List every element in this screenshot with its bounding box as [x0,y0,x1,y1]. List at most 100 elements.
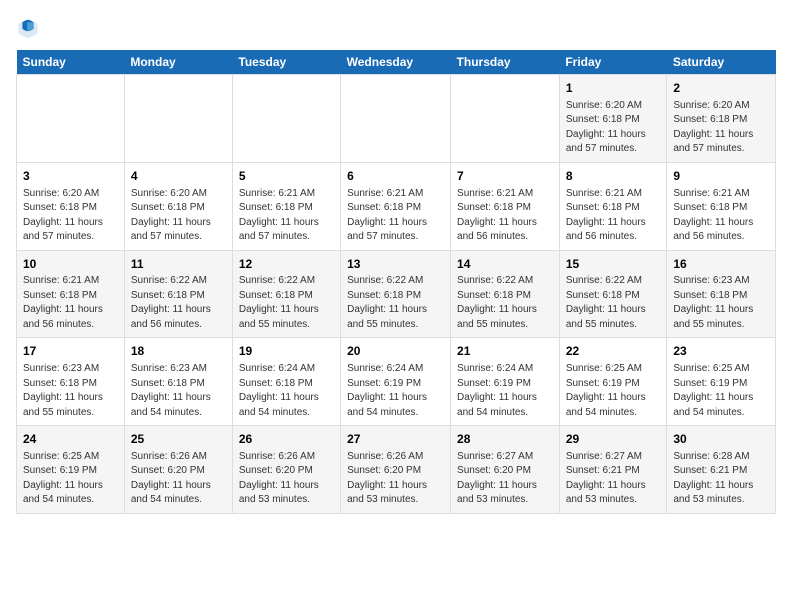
calendar-cell: 12Sunrise: 6:22 AM Sunset: 6:18 PM Dayli… [232,250,340,338]
header-tuesday: Tuesday [232,50,340,75]
day-number: 12 [239,256,334,273]
day-info: Sunrise: 6:21 AM Sunset: 6:18 PM Dayligh… [239,187,334,245]
calendar-cell: 14Sunrise: 6:22 AM Sunset: 6:18 PM Dayli… [451,250,560,338]
day-info: Sunrise: 6:20 AM Sunset: 6:18 PM Dayligh… [566,99,661,157]
calendar-cell: 5Sunrise: 6:21 AM Sunset: 6:18 PM Daylig… [232,162,340,250]
calendar-cell [341,75,451,163]
calendar-cell: 9 Sunrise: 6:21 AM Sunset: 6:18 PM Daylig… [667,162,776,250]
header-wednesday: Wednesday [341,50,451,75]
day-info: Sunrise: 6:22 AM Sunset: 6:18 PM Dayligh… [457,274,553,332]
day-number: 16 [673,256,769,273]
day-info: Sunrise: 6:27 AM Sunset: 6:21 PM Dayligh… [566,450,661,508]
calendar-cell: 20 Sunrise: 6:24 AM Sunset: 6:19 PM Dayli… [341,338,451,426]
calendar-week-row: 17 Sunrise: 6:23 AM Sunset: 6:18 PM Dayli… [17,338,776,426]
day-number: 14 [457,256,553,273]
calendar-cell: 27Sunrise: 6:26 AM Sunset: 6:20 PM Dayli… [341,426,451,514]
header-monday: Monday [124,50,232,75]
day-info: Sunrise: 6:22 AM Sunset: 6:18 PM Dayligh… [347,274,444,332]
day-number: 17 [23,343,118,360]
calendar-cell: 2 Sunrise: 6:20 AM Sunset: 6:18 PM Daylig… [667,75,776,163]
day-info: Sunrise: 6:22 AM Sunset: 6:18 PM Dayligh… [566,274,661,332]
calendar-cell: 24Sunrise: 6:25 AM Sunset: 6:19 PM Dayli… [17,426,125,514]
day-info: Sunrise: 6:23 AM Sunset: 6:18 PM Dayligh… [23,362,118,420]
day-info: Sunrise: 6:28 AM Sunset: 6:21 PM Dayligh… [673,450,769,508]
day-info: Sunrise: 6:22 AM Sunset: 6:18 PM Dayligh… [239,274,334,332]
header-saturday: Saturday [667,50,776,75]
day-info: Sunrise: 6:22 AM Sunset: 6:18 PM Dayligh… [131,274,226,332]
day-info: Sunrise: 6:23 AM Sunset: 6:18 PM Dayligh… [131,362,226,420]
day-number: 15 [566,256,661,273]
day-number: 2 [673,80,769,97]
day-number: 13 [347,256,444,273]
calendar-cell: 3 Sunrise: 6:20 AM Sunset: 6:18 PM Daylig… [17,162,125,250]
day-number: 19 [239,343,334,360]
calendar-cell: 25Sunrise: 6:26 AM Sunset: 6:20 PM Dayli… [124,426,232,514]
logo [16,16,44,40]
day-info: Sunrise: 6:24 AM Sunset: 6:18 PM Dayligh… [239,362,334,420]
calendar-cell: 30 Sunrise: 6:28 AM Sunset: 6:21 PM Dayli… [667,426,776,514]
calendar-cell: 16Sunrise: 6:23 AM Sunset: 6:18 PM Dayli… [667,250,776,338]
calendar-cell [451,75,560,163]
header-sunday: Sunday [17,50,125,75]
day-info: Sunrise: 6:25 AM Sunset: 6:19 PM Dayligh… [673,362,769,420]
calendar-cell: 7 Sunrise: 6:21 AM Sunset: 6:18 PM Daylig… [451,162,560,250]
day-number: 1 [566,80,661,97]
calendar-header-row: SundayMondayTuesdayWednesdayThursdayFrid… [17,50,776,75]
day-number: 3 [23,168,118,185]
calendar-cell: 29 Sunrise: 6:27 AM Sunset: 6:21 PM Dayli… [559,426,667,514]
logo-icon [16,16,40,40]
day-info: Sunrise: 6:21 AM Sunset: 6:18 PM Dayligh… [673,187,769,245]
day-info: Sunrise: 6:21 AM Sunset: 6:18 PM Dayligh… [566,187,661,245]
day-number: 9 [673,168,769,185]
calendar-cell: 18 Sunrise: 6:23 AM Sunset: 6:18 PM Dayli… [124,338,232,426]
calendar-week-row: 3 Sunrise: 6:20 AM Sunset: 6:18 PM Daylig… [17,162,776,250]
day-info: Sunrise: 6:20 AM Sunset: 6:18 PM Dayligh… [23,187,118,245]
day-number: 4 [131,168,226,185]
day-info: Sunrise: 6:24 AM Sunset: 6:19 PM Dayligh… [347,362,444,420]
calendar-cell: 26 Sunrise: 6:26 AM Sunset: 6:20 PM Dayli… [232,426,340,514]
day-info: Sunrise: 6:25 AM Sunset: 6:19 PM Dayligh… [566,362,661,420]
calendar-cell: 23Sunrise: 6:25 AM Sunset: 6:19 PM Dayli… [667,338,776,426]
calendar-cell [17,75,125,163]
calendar-cell [232,75,340,163]
calendar-cell [124,75,232,163]
day-number: 30 [673,431,769,448]
day-info: Sunrise: 6:27 AM Sunset: 6:20 PM Dayligh… [457,450,553,508]
day-info: Sunrise: 6:24 AM Sunset: 6:19 PM Dayligh… [457,362,553,420]
day-number: 7 [457,168,553,185]
day-info: Sunrise: 6:25 AM Sunset: 6:19 PM Dayligh… [23,450,118,508]
header-friday: Friday [559,50,667,75]
calendar-week-row: 10Sunrise: 6:21 AM Sunset: 6:18 PM Dayli… [17,250,776,338]
calendar-cell: 19 Sunrise: 6:24 AM Sunset: 6:18 PM Dayli… [232,338,340,426]
calendar-week-row: 1 Sunrise: 6:20 AM Sunset: 6:18 PM Daylig… [17,75,776,163]
page-header [16,16,776,40]
day-number: 18 [131,343,226,360]
day-info: Sunrise: 6:20 AM Sunset: 6:18 PM Dayligh… [673,99,769,157]
day-number: 26 [239,431,334,448]
day-info: Sunrise: 6:21 AM Sunset: 6:18 PM Dayligh… [347,187,444,245]
calendar-cell: 17 Sunrise: 6:23 AM Sunset: 6:18 PM Dayli… [17,338,125,426]
calendar-cell: 4 Sunrise: 6:20 AM Sunset: 6:18 PM Daylig… [124,162,232,250]
calendar-cell: 10Sunrise: 6:21 AM Sunset: 6:18 PM Dayli… [17,250,125,338]
calendar-cell: 6 Sunrise: 6:21 AM Sunset: 6:18 PM Daylig… [341,162,451,250]
day-number: 28 [457,431,553,448]
day-info: Sunrise: 6:20 AM Sunset: 6:18 PM Dayligh… [131,187,226,245]
day-number: 6 [347,168,444,185]
day-info: Sunrise: 6:21 AM Sunset: 6:18 PM Dayligh… [23,274,118,332]
day-info: Sunrise: 6:23 AM Sunset: 6:18 PM Dayligh… [673,274,769,332]
day-number: 29 [566,431,661,448]
day-number: 8 [566,168,661,185]
day-info: Sunrise: 6:21 AM Sunset: 6:18 PM Dayligh… [457,187,553,245]
calendar-cell: 8 Sunrise: 6:21 AM Sunset: 6:18 PM Daylig… [559,162,667,250]
day-number: 21 [457,343,553,360]
calendar-cell: 28 Sunrise: 6:27 AM Sunset: 6:20 PM Dayli… [451,426,560,514]
calendar-cell: 21 Sunrise: 6:24 AM Sunset: 6:19 PM Dayli… [451,338,560,426]
header-thursday: Thursday [451,50,560,75]
day-number: 20 [347,343,444,360]
calendar-cell: 11Sunrise: 6:22 AM Sunset: 6:18 PM Dayli… [124,250,232,338]
calendar-table: SundayMondayTuesdayWednesdayThursdayFrid… [16,50,776,514]
day-number: 22 [566,343,661,360]
calendar-cell: 22 Sunrise: 6:25 AM Sunset: 6:19 PM Dayli… [559,338,667,426]
day-number: 27 [347,431,444,448]
day-info: Sunrise: 6:26 AM Sunset: 6:20 PM Dayligh… [239,450,334,508]
